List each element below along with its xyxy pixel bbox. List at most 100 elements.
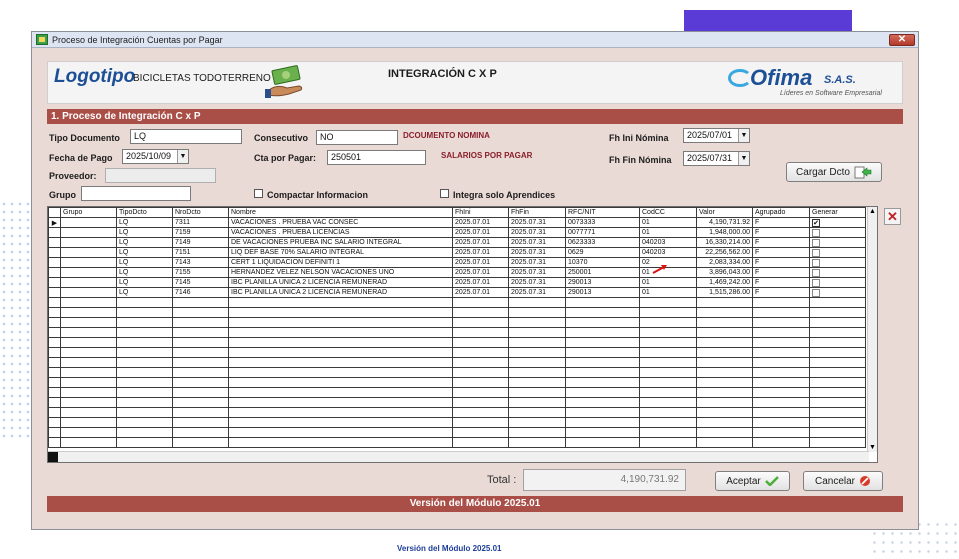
cell-nit[interactable]: 0077771 (565, 227, 640, 238)
empty-cell[interactable] (752, 317, 810, 328)
empty-cell[interactable] (48, 367, 61, 378)
empty-cell[interactable] (696, 297, 753, 308)
empty-cell[interactable] (809, 407, 866, 418)
chevron-down-icon[interactable]: ▼ (738, 152, 749, 165)
empty-cell[interactable] (228, 377, 453, 388)
cell-nro[interactable]: 7311 (172, 217, 229, 228)
empty-cell[interactable] (452, 337, 509, 348)
empty-cell[interactable] (452, 357, 509, 368)
empty-cell[interactable] (48, 357, 61, 368)
chevron-down-icon[interactable]: ▼ (738, 129, 749, 142)
empty-cell[interactable] (752, 307, 810, 318)
empty-cell[interactable] (508, 297, 566, 308)
empty-cell[interactable] (452, 347, 509, 358)
cell-generar[interactable]: ✔ (809, 217, 866, 228)
cell-valor[interactable]: 1,948,000.00 (696, 227, 753, 238)
cell-tipo[interactable]: LQ (116, 287, 173, 298)
row-selector[interactable] (48, 277, 61, 288)
empty-cell[interactable] (752, 387, 810, 398)
empty-cell[interactable] (116, 337, 173, 348)
empty-cell[interactable] (752, 327, 810, 338)
empty-cell[interactable] (172, 347, 229, 358)
empty-cell[interactable] (452, 327, 509, 338)
empty-cell[interactable] (48, 327, 61, 338)
empty-cell[interactable] (696, 427, 753, 438)
empty-cell[interactable] (60, 397, 117, 408)
empty-cell[interactable] (48, 387, 61, 398)
cell-agrupado[interactable]: F (752, 217, 810, 228)
empty-cell[interactable] (639, 437, 697, 448)
empty-table-row[interactable] (48, 317, 866, 328)
window-titlebar[interactable]: Proceso de Integración Cuentas por Pagar (32, 32, 918, 48)
empty-cell[interactable] (116, 297, 173, 308)
cell-fhini[interactable]: 2025.07.01 (452, 237, 509, 248)
empty-cell[interactable] (508, 317, 566, 328)
empty-cell[interactable] (172, 337, 229, 348)
empty-cell[interactable] (752, 407, 810, 418)
empty-cell[interactable] (508, 437, 566, 448)
empty-cell[interactable] (60, 307, 117, 318)
empty-table-row[interactable] (48, 297, 866, 308)
empty-cell[interactable] (565, 367, 640, 378)
empty-cell[interactable] (60, 437, 117, 448)
empty-cell[interactable] (809, 387, 866, 398)
empty-cell[interactable] (228, 437, 453, 448)
cell-nro[interactable]: 7151 (172, 247, 229, 258)
cell-fhfin[interactable]: 2025.07.31 (508, 227, 566, 238)
empty-cell[interactable] (116, 377, 173, 388)
empty-cell[interactable] (172, 387, 229, 398)
empty-table-row[interactable] (48, 417, 866, 428)
cell-nombre[interactable]: CERT 1 LIQUIDACION DEFINITI 1 (228, 257, 453, 268)
cell-grupo[interactable] (60, 277, 117, 288)
cell-nombre[interactable]: LIQ DEF BASE 70% SALARIO INTEGRAL (228, 247, 453, 258)
empty-cell[interactable] (172, 367, 229, 378)
column-header[interactable]: CodCC (639, 207, 697, 218)
empty-cell[interactable] (60, 357, 117, 368)
cell-valor[interactable]: 2,083,334.00 (696, 257, 753, 268)
empty-cell[interactable] (809, 377, 866, 388)
cell-agrupado[interactable]: F (752, 227, 810, 238)
cell-nro[interactable]: 7149 (172, 237, 229, 248)
empty-cell[interactable] (172, 327, 229, 338)
empty-cell[interactable] (639, 397, 697, 408)
tipo-documento-input[interactable]: LQ (130, 129, 242, 144)
cell-valor[interactable]: 1,515,286.00 (696, 287, 753, 298)
cell-generar[interactable] (809, 287, 866, 298)
row-selector[interactable] (48, 247, 61, 258)
empty-cell[interactable] (565, 407, 640, 418)
column-header[interactable]: NroDcto (172, 207, 229, 218)
cell-nro[interactable]: 7146 (172, 287, 229, 298)
empty-cell[interactable] (48, 427, 61, 438)
empty-cell[interactable] (639, 417, 697, 428)
empty-cell[interactable] (452, 297, 509, 308)
cell-nit[interactable]: 0629 (565, 247, 640, 258)
window-close-button[interactable]: ✕ (889, 34, 915, 46)
generar-checkbox[interactable] (812, 288, 820, 297)
empty-cell[interactable] (565, 427, 640, 438)
empty-cell[interactable] (172, 377, 229, 388)
cell-tipo[interactable]: LQ (116, 227, 173, 238)
empty-cell[interactable] (809, 417, 866, 428)
empty-cell[interactable] (228, 407, 453, 418)
column-header[interactable]: TipoDcto (116, 207, 173, 218)
empty-cell[interactable] (48, 397, 61, 408)
cell-tipo[interactable]: LQ (116, 257, 173, 268)
empty-cell[interactable] (752, 417, 810, 428)
empty-cell[interactable] (696, 407, 753, 418)
empty-cell[interactable] (452, 307, 509, 318)
empty-cell[interactable] (172, 407, 229, 418)
cell-generar[interactable] (809, 237, 866, 248)
empty-cell[interactable] (228, 327, 453, 338)
row-selector[interactable] (48, 237, 61, 248)
empty-cell[interactable] (172, 397, 229, 408)
empty-cell[interactable] (228, 337, 453, 348)
empty-cell[interactable] (228, 317, 453, 328)
empty-cell[interactable] (639, 347, 697, 358)
empty-cell[interactable] (116, 357, 173, 368)
empty-cell[interactable] (228, 397, 453, 408)
empty-cell[interactable] (116, 347, 173, 358)
empty-cell[interactable] (60, 347, 117, 358)
empty-table-row[interactable] (48, 347, 866, 358)
cell-agrupado[interactable]: F (752, 257, 810, 268)
empty-table-row[interactable] (48, 367, 866, 378)
